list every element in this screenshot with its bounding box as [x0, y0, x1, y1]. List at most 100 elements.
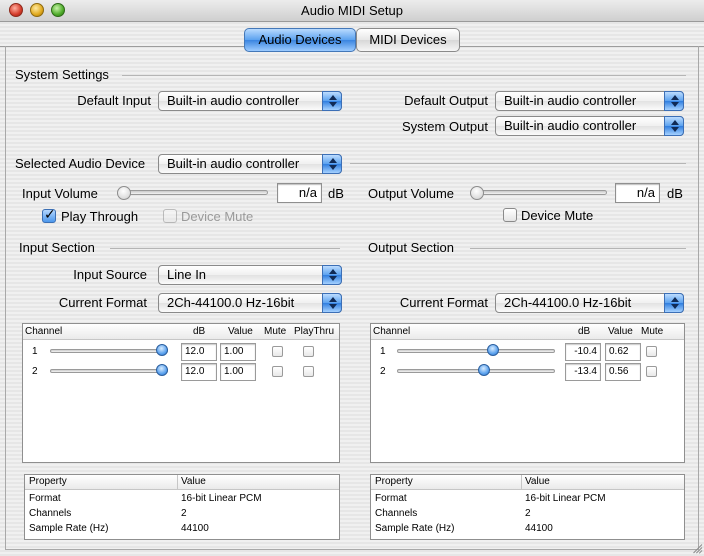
input-volume-label: Input Volume	[22, 186, 98, 201]
system-settings-heading: System Settings	[15, 67, 109, 82]
output-channel-1-slider[interactable]	[397, 349, 555, 353]
column-playthru: PlayThru	[294, 326, 335, 337]
input-channel-1-slider[interactable]	[50, 349, 168, 353]
output-current-format-label: Current Format	[399, 295, 488, 310]
output-current-format-popup[interactable]: 2Ch-44100.0 Hz-16bit	[495, 293, 684, 313]
selected-audio-device-popup[interactable]: Built-in audio controller	[158, 154, 342, 174]
column-value: Value	[525, 476, 550, 487]
property-name: Channels	[29, 508, 72, 519]
output-channel-table: Channel dB Value Mute 1 -10.4 0.62 2 -13…	[370, 323, 685, 463]
system-output-label: System Output	[402, 119, 488, 134]
title-bar[interactable]: Audio MIDI Setup	[0, 0, 704, 22]
input-section-separator	[110, 248, 340, 249]
output-channel-1-mute-checkbox[interactable]	[646, 346, 657, 357]
output-section-separator	[470, 248, 686, 249]
popup-arrows-icon	[322, 91, 342, 111]
column-property: Property	[29, 476, 67, 487]
input-channel-row: 2 12.0 1.00	[23, 362, 339, 382]
default-output-value: Built-in audio controller	[504, 93, 637, 108]
play-through-checkbox[interactable]	[42, 207, 56, 223]
output-volume-unit: dB	[667, 186, 683, 201]
column-value: Value	[181, 476, 206, 487]
input-channel-2-slider[interactable]	[50, 369, 168, 373]
column-db: dB	[578, 326, 591, 337]
output-device-mute-checkbox[interactable]	[503, 208, 517, 222]
default-input-popup[interactable]: Built-in audio controller	[158, 91, 342, 111]
input-channel-2-playthru-checkbox[interactable]	[303, 366, 314, 377]
output-channel-2-mute-checkbox[interactable]	[646, 366, 657, 377]
property-value: 44100	[525, 523, 553, 534]
selected-audio-device-label: Selected Audio Device	[15, 156, 146, 171]
property-value: 44100	[181, 523, 209, 534]
channel-number: 1	[32, 346, 38, 357]
input-properties-header: Property Value	[25, 475, 339, 490]
default-input-value: Built-in audio controller	[167, 93, 300, 108]
output-properties-header: Property Value	[371, 475, 684, 490]
input-channel-1-playthru-checkbox[interactable]	[303, 346, 314, 357]
output-channel-row: 2 -13.4 0.56	[371, 362, 684, 382]
input-source-label: Input Source	[73, 267, 147, 282]
input-channel-1-mute-checkbox[interactable]	[272, 346, 283, 357]
system-output-popup[interactable]: Built-in audio controller	[495, 116, 684, 136]
property-name: Sample Rate (Hz)	[29, 523, 109, 534]
input-current-format-popup[interactable]: 2Ch-44100.0 Hz-16bit	[158, 293, 342, 313]
output-channel-2-db[interactable]: -13.4	[565, 363, 601, 381]
input-volume-slider-knob[interactable]	[117, 186, 131, 200]
window-title: Audio MIDI Setup	[301, 3, 403, 18]
input-current-format-label: Current Format	[58, 295, 147, 310]
input-channel-2-db[interactable]: 12.0	[181, 363, 217, 381]
output-channel-1-db[interactable]: -10.4	[565, 343, 601, 361]
input-channel-2-slider-knob[interactable]	[156, 364, 168, 376]
property-value: 2	[181, 508, 187, 519]
audio-midi-setup-window: Audio MIDI Setup Audio Devices MIDI Devi…	[0, 0, 704, 556]
column-divider	[521, 475, 522, 490]
default-input-label: Default Input	[77, 93, 151, 108]
input-volume-field[interactable]: n/a	[277, 183, 322, 203]
input-channel-table: Channel dB Value Mute PlayThru 1 12.0 1.…	[22, 323, 340, 463]
output-section-heading: Output Section	[368, 240, 454, 255]
input-channel-1-slider-knob[interactable]	[156, 344, 168, 356]
column-channel: Channel	[25, 326, 63, 337]
output-channel-1-slider-knob[interactable]	[487, 344, 499, 356]
popup-arrows-icon	[322, 293, 342, 313]
output-channel-2-slider-knob[interactable]	[478, 364, 490, 376]
output-volume-field[interactable]: n/a	[615, 183, 660, 203]
input-channel-2-value[interactable]: 1.00	[220, 363, 256, 381]
popup-arrows-icon	[322, 265, 342, 285]
output-device-mute-label: Device Mute	[521, 208, 594, 223]
column-value: Value	[228, 326, 253, 337]
output-volume-slider[interactable]	[471, 190, 607, 195]
popup-arrows-icon	[664, 116, 684, 136]
property-name: Channels	[375, 508, 418, 519]
output-channel-1-value[interactable]: 0.62	[605, 343, 641, 361]
input-current-format-value: 2Ch-44100.0 Hz-16bit	[167, 295, 295, 310]
output-channel-2-value[interactable]: 0.56	[605, 363, 641, 381]
property-name: Format	[375, 493, 407, 504]
output-volume-slider-knob[interactable]	[470, 186, 484, 200]
output-channel-2-slider[interactable]	[397, 369, 555, 373]
column-value: Value	[608, 326, 633, 337]
tab-midi-devices[interactable]: MIDI Devices	[356, 28, 460, 52]
resize-grip-icon[interactable]	[690, 542, 703, 554]
input-properties-table: Property Value Format 16-bit Linear PCM …	[24, 474, 340, 540]
column-property: Property	[375, 476, 413, 487]
input-volume-slider[interactable]	[118, 190, 268, 195]
property-value: 16-bit Linear PCM	[181, 493, 262, 504]
output-volume-label: Output Volume	[368, 186, 454, 201]
output-properties-table: Property Value Format 16-bit Linear PCM …	[370, 474, 685, 540]
default-output-popup[interactable]: Built-in audio controller	[495, 91, 684, 111]
input-channel-table-header: Channel dB Value Mute PlayThru	[23, 324, 339, 340]
input-source-popup[interactable]: Line In	[158, 265, 342, 285]
selected-device-separator	[350, 163, 686, 164]
property-value: 2	[525, 508, 531, 519]
channel-number: 2	[380, 366, 386, 377]
property-name: Sample Rate (Hz)	[375, 523, 455, 534]
input-device-mute-checkbox[interactable]	[163, 209, 177, 223]
tab-audio-devices[interactable]: Audio Devices	[244, 28, 356, 52]
popup-arrows-icon	[664, 91, 684, 111]
input-channel-1-value[interactable]: 1.00	[220, 343, 256, 361]
input-channel-2-mute-checkbox[interactable]	[272, 366, 283, 377]
input-section-heading: Input Section	[19, 240, 95, 255]
input-channel-1-db[interactable]: 12.0	[181, 343, 217, 361]
input-device-mute-label: Device Mute	[181, 209, 254, 224]
